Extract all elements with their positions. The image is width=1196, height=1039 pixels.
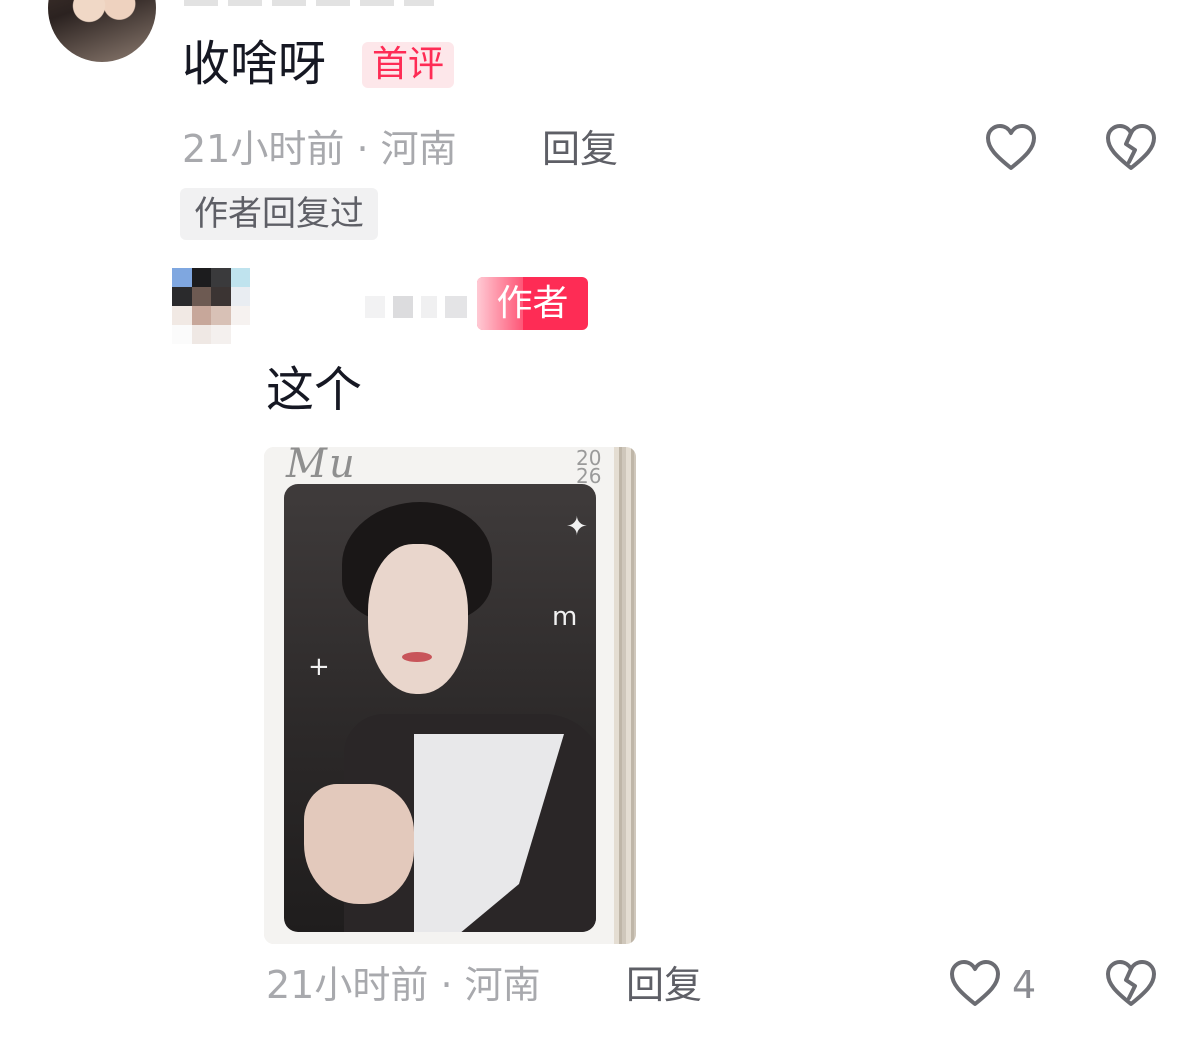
portrait-face: [368, 544, 468, 694]
reply-like-button[interactable]: [948, 958, 1002, 1008]
blur-overlay: [477, 277, 523, 330]
comment-reply-button[interactable]: 回复: [542, 130, 618, 168]
photocard-brand: Mu: [286, 447, 357, 487]
author-avatar-mosaic[interactable]: [172, 268, 250, 344]
comment-meta: 21小时前 · 河南: [182, 130, 457, 168]
photocard-year: 20 26: [576, 447, 602, 488]
portrait-hand: [304, 784, 414, 904]
meta-separator: ·: [356, 127, 381, 171]
plus-doodle: +: [308, 652, 330, 682]
comment-location: 河南: [380, 127, 457, 171]
sparkle-doodle: ✦: [566, 512, 588, 542]
commenter-name-cropped[interactable]: [184, 0, 434, 6]
commenter-avatar[interactable]: [48, 0, 156, 62]
reply-like-count: 4: [1012, 963, 1037, 1007]
reply-text: 这个: [266, 362, 363, 418]
comment-time: 21小时前: [182, 127, 345, 171]
comment-dislike-button[interactable]: [1104, 122, 1158, 172]
broken-heart-icon: [1106, 124, 1156, 170]
reply-location: 河南: [464, 963, 541, 1007]
reply-time: 21小时前: [266, 963, 429, 1007]
heart-outline-icon: [950, 960, 1000, 1006]
letter-doodle: m: [552, 602, 578, 632]
broken-heart-icon: [1106, 960, 1156, 1006]
reply-dislike-button[interactable]: [1104, 958, 1158, 1008]
comment-text: 收啥呀: [182, 36, 327, 92]
reply-meta: 21小时前 · 河南: [266, 966, 541, 1004]
comment-like-button[interactable]: [984, 122, 1038, 172]
photocard-portrait: ✦ m +: [284, 484, 596, 932]
reply-reply-button[interactable]: 回复: [626, 966, 702, 1004]
reply-photo[interactable]: Mu 20 26 ✦ m +: [264, 447, 636, 944]
author-badge: 作者: [477, 277, 588, 330]
author-replied-tag: 作者回复过: [180, 188, 378, 240]
photocard: Mu 20 26 ✦ m +: [264, 447, 614, 944]
first-comment-badge: 首评: [362, 42, 455, 88]
author-name-blurred[interactable]: [365, 287, 485, 327]
portrait-lips: [402, 652, 432, 662]
heart-outline-icon: [986, 124, 1036, 170]
meta-separator: ·: [440, 963, 465, 1007]
